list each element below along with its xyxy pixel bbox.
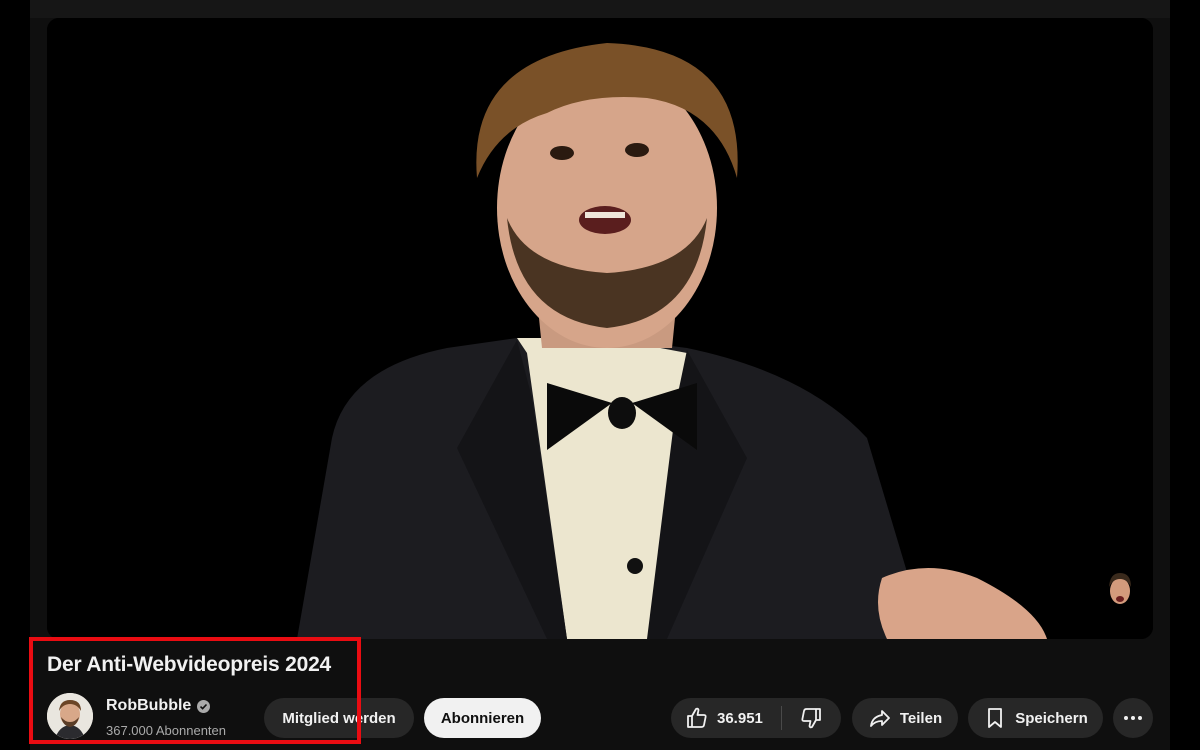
bookmark-icon (983, 706, 1007, 730)
like-button[interactable]: 36.951 (671, 698, 781, 738)
video-player[interactable] (47, 18, 1153, 639)
avatar-image (47, 693, 93, 739)
channel-name[interactable]: RobBubble (106, 697, 211, 715)
save-label: Speichern (1015, 709, 1088, 727)
video-frame (47, 18, 1153, 639)
like-count: 36.951 (717, 709, 763, 727)
like-dislike-group: 36.951 (671, 698, 841, 738)
channel-name-text[interactable]: RobBubble (106, 697, 191, 715)
thumbs-up-icon (685, 706, 709, 730)
share-label: Teilen (899, 709, 943, 727)
subscriber-count: 367.000 Abonnenten (106, 723, 227, 738)
share-button[interactable]: Teilen (852, 698, 958, 738)
join-membership-button[interactable]: Mitglied werden (264, 698, 414, 738)
left-border (0, 0, 30, 750)
top-strip (30, 0, 1170, 18)
verified-check-icon (197, 699, 211, 713)
pip-thumbnail (1109, 573, 1131, 604)
more-horizontal-icon (1121, 706, 1145, 730)
video-title: Der Anti-Webvideopreis 2024 (47, 653, 332, 676)
subscribe-button[interactable]: Abonnieren (424, 698, 541, 738)
share-arrow-icon (868, 706, 892, 730)
right-border (1170, 0, 1200, 750)
thumbs-down-icon (799, 706, 823, 730)
save-button[interactable]: Speichern (968, 698, 1103, 738)
more-actions-button[interactable] (1113, 698, 1153, 738)
youtube-watch-page: Der Anti-Webvideopreis 2024 RobBubble 36… (0, 0, 1200, 750)
channel-avatar[interactable] (47, 693, 93, 739)
dislike-button[interactable] (782, 698, 840, 738)
